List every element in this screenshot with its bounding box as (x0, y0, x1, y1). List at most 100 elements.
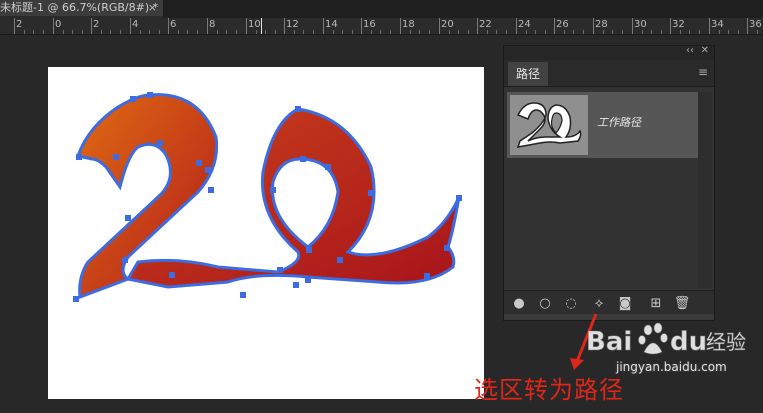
ruler-minor-tick (468, 30, 469, 34)
ruler-minor-tick (612, 30, 613, 34)
panel-footer-toolbar: ● ○ ◌ ⟡ ◙ ⊞ 🗑 (504, 290, 714, 317)
ruler-major-tick (439, 18, 440, 34)
ruler-minor-tick (458, 30, 459, 34)
ruler-tick-label: 2 (16, 19, 23, 30)
collapse-panel-icon[interactable]: ‹‹ (686, 45, 694, 56)
ruler-cursor-indicator (261, 18, 262, 34)
ruler-minor-tick (380, 30, 381, 34)
document-tab-title: 未标题-1 @ 66.7%(RGB/8#) * (0, 1, 159, 14)
ruler-tick-label: 30 (634, 19, 647, 30)
paths-panel: ‹‹ ✕ 路径 ≡ 工作路径 ● ○ ◌ ⟡ ◙ ⊞ 🗑 (503, 45, 715, 321)
ruler-major-tick (284, 18, 285, 34)
artwork-20-shape (73, 92, 462, 302)
ruler-minor-tick (757, 30, 758, 34)
ruler-minor-tick (43, 30, 44, 34)
ruler-minor-tick (449, 30, 450, 34)
horizontal-ruler: 2 0 2 4 6 8 10 12 14 16 18 20 22 24 26 28 30 32 34 36 (0, 18, 763, 35)
ruler-minor-tick (689, 30, 690, 34)
ruler-minor-tick (63, 30, 64, 34)
ruler-tick-label: 8 (209, 19, 216, 30)
ruler-major-tick (323, 18, 324, 34)
ruler-major-tick (593, 18, 594, 34)
ruler-minor-tick (159, 30, 160, 34)
ruler-minor-tick (24, 30, 25, 34)
stroke-path-button[interactable]: ○ (536, 295, 554, 313)
ruler-major-tick (14, 18, 15, 34)
ruler-minor-tick (371, 30, 372, 34)
ruler-minor-tick (140, 30, 141, 34)
ruler-tick-label: 28 (595, 19, 608, 30)
path-thumbnail-preview (510, 95, 588, 155)
add-mask-button[interactable]: ◙ (616, 295, 634, 313)
ruler-major-tick (361, 18, 362, 34)
ruler-major-tick (246, 18, 247, 34)
ruler-minor-tick (564, 30, 565, 34)
ruler-tick-label: 0 (55, 19, 62, 30)
ruler-major-tick (632, 18, 633, 34)
ruler-minor-tick (390, 30, 391, 34)
ruler-minor-tick (506, 30, 507, 34)
path-list-item[interactable]: 工作路径 (507, 92, 699, 158)
ruler-tick-label: 6 (170, 19, 177, 30)
ruler-major-tick (477, 18, 478, 34)
ruler-minor-tick (187, 30, 188, 34)
ruler-minor-tick (313, 30, 314, 34)
ruler-minor-tick (82, 30, 83, 34)
document-tab[interactable]: 未标题-1 @ 66.7%(RGB/8#) * × (0, 0, 163, 18)
ruler-minor-tick (333, 30, 334, 34)
ruler-tick-label: 18 (402, 19, 415, 30)
ruler-minor-tick (342, 30, 343, 34)
ruler-major-tick (400, 18, 401, 34)
ruler-tick-label: 10 (248, 19, 261, 30)
path-thumbnail (510, 95, 588, 155)
ruler-minor-tick (622, 30, 623, 34)
make-work-path-button[interactable]: ⟡ (590, 295, 608, 313)
ruler-minor-tick (101, 30, 102, 34)
ruler-minor-tick (642, 30, 643, 34)
ruler-major-tick (91, 18, 92, 34)
ruler-tick-label: 34 (711, 19, 724, 30)
ruler-tick-label: 36 (749, 19, 762, 30)
panel-scrollbar[interactable] (698, 92, 712, 288)
ruler-minor-tick (583, 30, 584, 34)
ruler-tick-label: 22 (479, 19, 492, 30)
close-panel-icon[interactable]: ✕ (701, 45, 709, 56)
ruler-minor-tick (719, 30, 720, 34)
ruler-minor-tick (33, 30, 34, 34)
ruler-minor-tick (573, 30, 574, 34)
ruler-minor-tick (178, 30, 179, 34)
ruler-minor-tick (226, 30, 227, 34)
ruler-major-tick (670, 18, 671, 34)
ruler-major-tick (53, 18, 54, 34)
fill-path-button[interactable]: ● (510, 295, 528, 313)
ruler-tick-label: 32 (672, 19, 685, 30)
ruler-major-tick (554, 18, 555, 34)
ruler-minor-tick (410, 30, 411, 34)
ruler-major-tick (130, 18, 131, 34)
ruler-tick-label: 14 (325, 19, 338, 30)
ruler-tick-label: 2 (93, 19, 100, 30)
panel-menu-icon[interactable]: ≡ (698, 65, 708, 79)
ruler-minor-tick (419, 30, 420, 34)
ruler-minor-tick (120, 30, 121, 34)
ruler-major-tick (207, 18, 208, 34)
ruler-minor-tick (149, 30, 150, 34)
delete-path-button[interactable]: 🗑 (673, 295, 691, 313)
load-as-selection-button[interactable]: ◌ (562, 295, 580, 313)
document-canvas[interactable] (48, 67, 484, 399)
ruler-major-tick (709, 18, 710, 34)
ruler-tick-label: 24 (518, 19, 531, 30)
tab-paths[interactable]: 路径 (508, 62, 548, 86)
ruler-minor-tick (651, 30, 652, 34)
ruler-minor-tick (699, 30, 700, 34)
ruler-tick-label: 26 (556, 19, 569, 30)
ruler-minor-tick (352, 30, 353, 34)
ruler-tick-label: 16 (363, 19, 376, 30)
document-tab-close-icon[interactable]: × (148, 0, 157, 15)
new-path-button[interactable]: ⊞ (647, 295, 665, 313)
ruler-minor-tick (661, 30, 662, 34)
svg-text:Bai: Bai (586, 327, 632, 357)
ruler-minor-tick (496, 30, 497, 34)
ruler-major-tick (747, 18, 748, 34)
ruler-minor-tick (303, 30, 304, 34)
